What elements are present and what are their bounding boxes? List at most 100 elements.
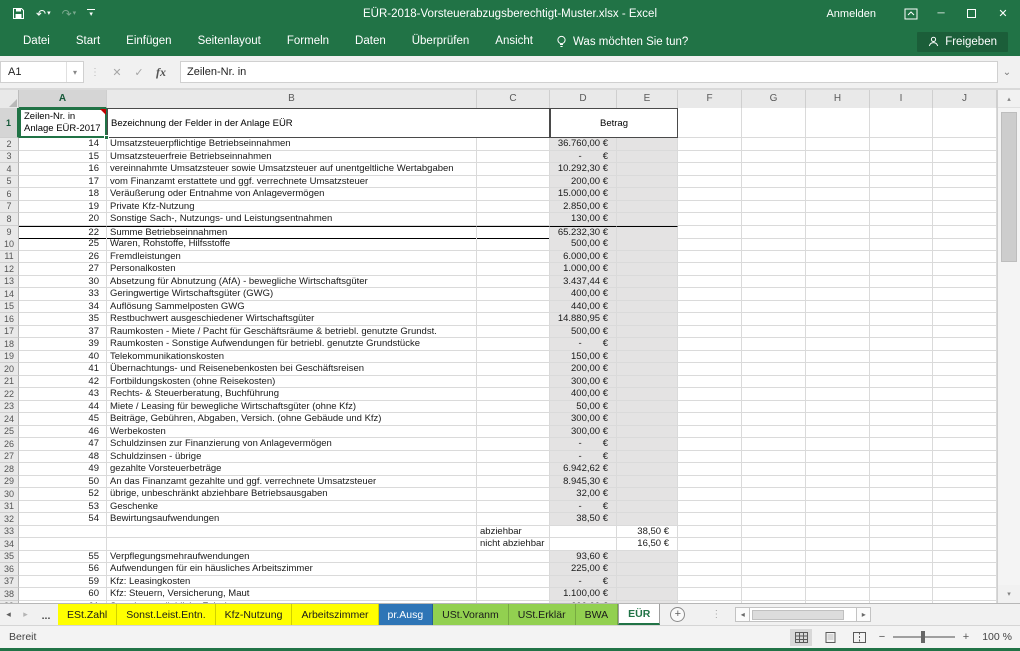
insert-function-icon[interactable] [150,61,172,83]
cell-J15[interactable] [933,301,997,314]
cell-I15[interactable] [870,301,933,314]
cell-E4[interactable] [617,163,678,176]
cell-D31[interactable]: - € [550,501,617,514]
cell-A32[interactable]: 54 [19,513,107,526]
cell-H9[interactable] [806,226,870,239]
cell-E33[interactable]: 38,50 € [617,526,678,539]
cell-D35[interactable]: 93,60 € [550,551,617,564]
cell-C9[interactable] [477,226,550,239]
cell-B22[interactable]: Rechts- & Steuerberatung, Buchführung [107,388,477,401]
sheet-tab-est-zahl[interactable]: ESt.Zahl [58,604,117,625]
column-header-H[interactable]: H [806,90,870,109]
cell-F28[interactable] [678,463,742,476]
cell-E28[interactable] [617,463,678,476]
cell-F38[interactable] [678,588,742,601]
cell-I36[interactable] [870,563,933,576]
row-header-14[interactable]: 14 [0,288,19,301]
cell-D39[interactable]: 600,00 € [550,601,617,604]
cell-G8[interactable] [742,213,806,226]
row-header-26[interactable]: 26 [0,438,19,451]
cell-H15[interactable] [806,301,870,314]
cell-G37[interactable] [742,576,806,589]
cell-G5[interactable] [742,176,806,189]
row-header-6[interactable]: 6 [0,188,19,201]
formula-bar-expand-icon[interactable] [998,67,1016,78]
cell-G38[interactable] [742,588,806,601]
cell-I8[interactable] [870,213,933,226]
cell-G4[interactable] [742,163,806,176]
name-box-chevron-icon[interactable] [66,62,83,82]
cell-D19[interactable]: 150,00 € [550,351,617,364]
cell-B32[interactable]: Bewirtungsaufwendungen [107,513,477,526]
cell-G3[interactable] [742,151,806,164]
cell-D27[interactable]: - € [550,451,617,464]
cell-J18[interactable] [933,338,997,351]
cell-H38[interactable] [806,588,870,601]
cell-F37[interactable] [678,576,742,589]
sheet-tab-sonst-leist-entn-[interactable]: Sonst.Leist.Entn. [117,604,215,625]
cell-E16[interactable] [617,313,678,326]
ribbon-tab-start[interactable]: Start [63,27,113,56]
cell-D22[interactable]: 400,00 € [550,388,617,401]
cell-G21[interactable] [742,376,806,389]
cell-C10[interactable] [477,238,550,251]
cell-B34[interactable] [107,538,477,551]
row-header-4[interactable]: 4 [0,163,19,176]
cell-C34[interactable]: nicht abziehbar [477,538,550,551]
page-break-view-icon[interactable] [848,629,870,646]
vertical-scrollbar[interactable] [997,90,1020,603]
cell-A24[interactable]: 45 [19,413,107,426]
cell-H7[interactable] [806,201,870,214]
cell-J13[interactable] [933,276,997,289]
cell-F32[interactable] [678,513,742,526]
cell-A20[interactable]: 41 [19,363,107,376]
cell-G34[interactable] [742,538,806,551]
cell-E3[interactable] [617,151,678,164]
cell-I37[interactable] [870,576,933,589]
cell-I27[interactable] [870,451,933,464]
cell-B14[interactable]: Geringwertige Wirtschaftsgüter (GWG) [107,288,477,301]
cell-G2[interactable] [742,138,806,151]
cell-A12[interactable]: 27 [19,263,107,276]
cell-I6[interactable] [870,188,933,201]
ribbon-display-options-icon[interactable] [896,0,926,27]
cell-D28[interactable]: 6.942,62 € [550,463,617,476]
cell-C32[interactable] [477,513,550,526]
cell-D33[interactable] [550,526,617,539]
row-header-16[interactable]: 16 [0,313,19,326]
cell-F31[interactable] [678,501,742,514]
cell-I25[interactable] [870,426,933,439]
undo-icon[interactable]: ↶ [36,8,51,20]
cell-C25[interactable] [477,426,550,439]
cell-I32[interactable] [870,513,933,526]
row-header-21[interactable]: 21 [0,376,19,389]
cell-B6[interactable]: Veräußerung oder Entnahme von Anlageverm… [107,188,477,201]
row-header-33[interactable]: 33 [0,526,19,539]
row-header-35[interactable]: 35 [0,551,19,564]
cell-J25[interactable] [933,426,997,439]
cell-C33[interactable]: abziehbar [477,526,550,539]
cell-H3[interactable] [806,151,870,164]
zoom-in-icon[interactable]: + [961,631,971,643]
cell-F24[interactable] [678,413,742,426]
cell-F7[interactable] [678,201,742,214]
cell-E15[interactable] [617,301,678,314]
cell-F9[interactable] [678,226,742,239]
cell-C26[interactable] [477,438,550,451]
cell-A27[interactable]: 48 [19,451,107,464]
cell-E14[interactable] [617,288,678,301]
cell-I22[interactable] [870,388,933,401]
cell-A19[interactable]: 40 [19,351,107,364]
cell-F5[interactable] [678,176,742,189]
row-header-34[interactable]: 34 [0,538,19,551]
cell-G35[interactable] [742,551,806,564]
cell-C24[interactable] [477,413,550,426]
cell-G16[interactable] [742,313,806,326]
column-header-J[interactable]: J [933,90,997,109]
cell-D26[interactable]: - € [550,438,617,451]
cell-I3[interactable] [870,151,933,164]
cell-F19[interactable] [678,351,742,364]
enter-icon[interactable] [128,61,150,83]
cell-G33[interactable] [742,526,806,539]
cell-E38[interactable] [617,588,678,601]
